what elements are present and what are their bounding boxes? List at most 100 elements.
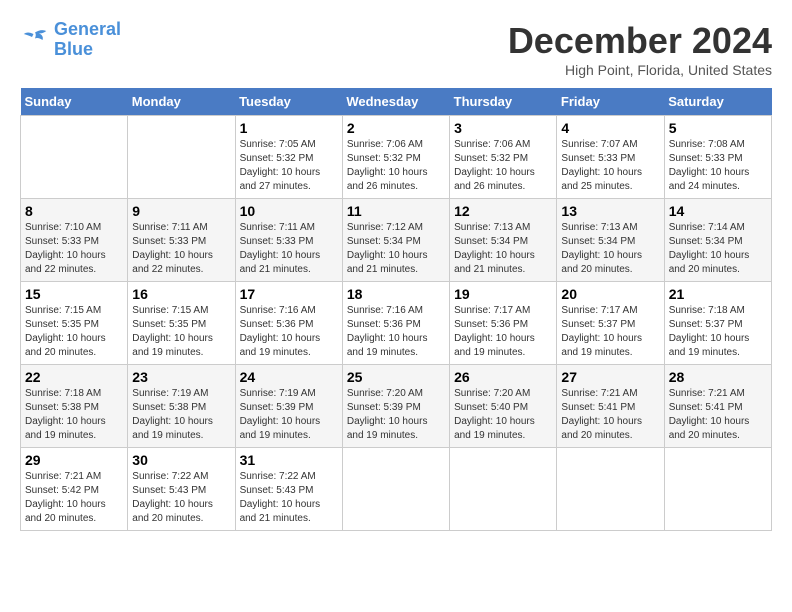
day-number: 24 [240,369,338,385]
calendar-cell: 11 Sunrise: 7:12 AM Sunset: 5:34 PM Dayl… [342,199,449,282]
calendar-cell: 5 Sunrise: 7:08 AM Sunset: 5:33 PM Dayli… [664,116,771,199]
day-number: 9 [132,203,230,219]
day-number: 5 [669,120,767,136]
calendar-cell: 18 Sunrise: 7:16 AM Sunset: 5:36 PM Dayl… [342,282,449,365]
day-info: Sunrise: 7:10 AM Sunset: 5:33 PM Dayligh… [25,221,123,277]
day-info: Sunrise: 7:13 AM Sunset: 5:34 PM Dayligh… [561,221,659,277]
calendar-cell: 27 Sunrise: 7:21 AM Sunset: 5:41 PM Dayl… [557,365,664,448]
location-text: High Point, Florida, United States [508,62,772,78]
day-info: Sunrise: 7:11 AM Sunset: 5:33 PM Dayligh… [132,221,230,277]
calendar-cell [450,448,557,531]
day-number: 12 [454,203,552,219]
calendar-cell [21,116,128,199]
day-info: Sunrise: 7:05 AM Sunset: 5:32 PM Dayligh… [240,138,338,194]
day-info: Sunrise: 7:13 AM Sunset: 5:34 PM Dayligh… [454,221,552,277]
day-number: 30 [132,452,230,468]
day-info: Sunrise: 7:22 AM Sunset: 5:43 PM Dayligh… [240,470,338,526]
calendar-cell: 29 Sunrise: 7:21 AM Sunset: 5:42 PM Dayl… [21,448,128,531]
calendar-cell: 28 Sunrise: 7:21 AM Sunset: 5:41 PM Dayl… [664,365,771,448]
calendar-cell: 20 Sunrise: 7:17 AM Sunset: 5:37 PM Dayl… [557,282,664,365]
weekday-header: Tuesday [235,88,342,116]
weekday-header: Wednesday [342,88,449,116]
calendar-cell: 16 Sunrise: 7:15 AM Sunset: 5:35 PM Dayl… [128,282,235,365]
day-number: 29 [25,452,123,468]
day-info: Sunrise: 7:17 AM Sunset: 5:36 PM Dayligh… [454,304,552,360]
calendar-cell: 1 Sunrise: 7:05 AM Sunset: 5:32 PM Dayli… [235,116,342,199]
day-info: Sunrise: 7:15 AM Sunset: 5:35 PM Dayligh… [25,304,123,360]
weekday-header: Friday [557,88,664,116]
day-info: Sunrise: 7:21 AM Sunset: 5:41 PM Dayligh… [561,387,659,443]
month-title: December 2024 [508,20,772,62]
calendar-cell: 4 Sunrise: 7:07 AM Sunset: 5:33 PM Dayli… [557,116,664,199]
calendar-table: SundayMondayTuesdayWednesdayThursdayFrid… [20,88,772,531]
calendar-cell: 21 Sunrise: 7:18 AM Sunset: 5:37 PM Dayl… [664,282,771,365]
calendar-cell: 10 Sunrise: 7:11 AM Sunset: 5:33 PM Dayl… [235,199,342,282]
calendar-week-row: 15 Sunrise: 7:15 AM Sunset: 5:35 PM Dayl… [21,282,772,365]
title-area: December 2024 High Point, Florida, Unite… [508,20,772,78]
day-info: Sunrise: 7:08 AM Sunset: 5:33 PM Dayligh… [669,138,767,194]
day-info: Sunrise: 7:15 AM Sunset: 5:35 PM Dayligh… [132,304,230,360]
calendar-cell: 8 Sunrise: 7:10 AM Sunset: 5:33 PM Dayli… [21,199,128,282]
day-info: Sunrise: 7:22 AM Sunset: 5:43 PM Dayligh… [132,470,230,526]
day-number: 2 [347,120,445,136]
day-info: Sunrise: 7:20 AM Sunset: 5:39 PM Dayligh… [347,387,445,443]
day-number: 16 [132,286,230,302]
day-info: Sunrise: 7:21 AM Sunset: 5:41 PM Dayligh… [669,387,767,443]
day-number: 4 [561,120,659,136]
calendar-cell: 25 Sunrise: 7:20 AM Sunset: 5:39 PM Dayl… [342,365,449,448]
weekday-header: Monday [128,88,235,116]
day-info: Sunrise: 7:19 AM Sunset: 5:38 PM Dayligh… [132,387,230,443]
day-number: 19 [454,286,552,302]
day-info: Sunrise: 7:18 AM Sunset: 5:37 PM Dayligh… [669,304,767,360]
calendar-week-row: 22 Sunrise: 7:18 AM Sunset: 5:38 PM Dayl… [21,365,772,448]
day-number: 26 [454,369,552,385]
calendar-cell [557,448,664,531]
calendar-cell: 23 Sunrise: 7:19 AM Sunset: 5:38 PM Dayl… [128,365,235,448]
calendar-cell: 30 Sunrise: 7:22 AM Sunset: 5:43 PM Dayl… [128,448,235,531]
logo-general: General [54,19,121,39]
calendar-week-row: 1 Sunrise: 7:05 AM Sunset: 5:32 PM Dayli… [21,116,772,199]
day-info: Sunrise: 7:17 AM Sunset: 5:37 PM Dayligh… [561,304,659,360]
calendar-cell: 19 Sunrise: 7:17 AM Sunset: 5:36 PM Dayl… [450,282,557,365]
calendar-cell: 14 Sunrise: 7:14 AM Sunset: 5:34 PM Dayl… [664,199,771,282]
day-info: Sunrise: 7:19 AM Sunset: 5:39 PM Dayligh… [240,387,338,443]
calendar-cell: 26 Sunrise: 7:20 AM Sunset: 5:40 PM Dayl… [450,365,557,448]
page-header: General Blue December 2024 High Point, F… [20,20,772,78]
day-number: 11 [347,203,445,219]
calendar-cell: 9 Sunrise: 7:11 AM Sunset: 5:33 PM Dayli… [128,199,235,282]
logo: General Blue [20,20,121,60]
day-number: 18 [347,286,445,302]
calendar-cell: 17 Sunrise: 7:16 AM Sunset: 5:36 PM Dayl… [235,282,342,365]
day-info: Sunrise: 7:16 AM Sunset: 5:36 PM Dayligh… [347,304,445,360]
day-number: 3 [454,120,552,136]
day-info: Sunrise: 7:21 AM Sunset: 5:42 PM Dayligh… [25,470,123,526]
day-info: Sunrise: 7:18 AM Sunset: 5:38 PM Dayligh… [25,387,123,443]
calendar-cell: 13 Sunrise: 7:13 AM Sunset: 5:34 PM Dayl… [557,199,664,282]
weekday-header: Thursday [450,88,557,116]
logo-icon [20,25,50,55]
calendar-cell: 15 Sunrise: 7:15 AM Sunset: 5:35 PM Dayl… [21,282,128,365]
day-info: Sunrise: 7:20 AM Sunset: 5:40 PM Dayligh… [454,387,552,443]
weekday-header: Sunday [21,88,128,116]
calendar-cell [128,116,235,199]
day-number: 27 [561,369,659,385]
day-info: Sunrise: 7:06 AM Sunset: 5:32 PM Dayligh… [347,138,445,194]
day-info: Sunrise: 7:06 AM Sunset: 5:32 PM Dayligh… [454,138,552,194]
day-number: 28 [669,369,767,385]
calendar-cell: 31 Sunrise: 7:22 AM Sunset: 5:43 PM Dayl… [235,448,342,531]
logo-blue: Blue [54,39,93,59]
day-number: 31 [240,452,338,468]
day-info: Sunrise: 7:12 AM Sunset: 5:34 PM Dayligh… [347,221,445,277]
day-number: 14 [669,203,767,219]
calendar-week-row: 29 Sunrise: 7:21 AM Sunset: 5:42 PM Dayl… [21,448,772,531]
day-number: 10 [240,203,338,219]
day-number: 22 [25,369,123,385]
calendar-week-row: 8 Sunrise: 7:10 AM Sunset: 5:33 PM Dayli… [21,199,772,282]
day-number: 1 [240,120,338,136]
day-number: 23 [132,369,230,385]
day-number: 25 [347,369,445,385]
day-number: 8 [25,203,123,219]
calendar-cell: 3 Sunrise: 7:06 AM Sunset: 5:32 PM Dayli… [450,116,557,199]
day-info: Sunrise: 7:11 AM Sunset: 5:33 PM Dayligh… [240,221,338,277]
calendar-cell [664,448,771,531]
